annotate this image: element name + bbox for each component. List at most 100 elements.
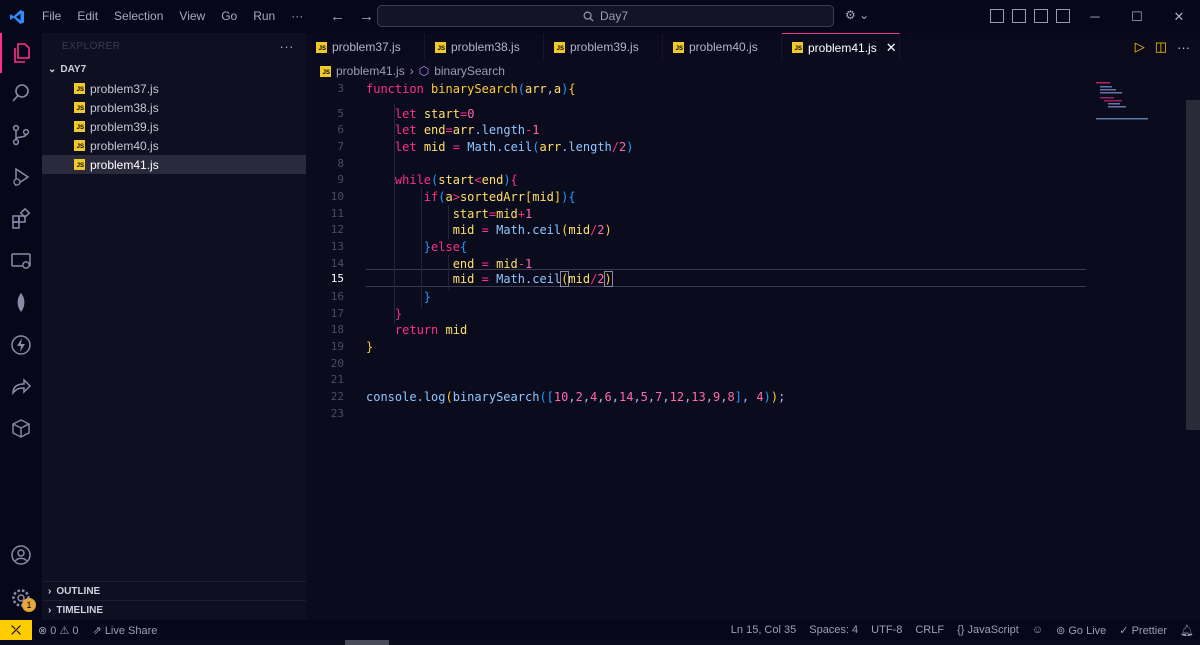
file-item-problem37[interactable]: JS problem37.js [42, 79, 306, 98]
back-arrow-icon[interactable]: ← [330, 8, 345, 25]
code-text: } [394, 306, 403, 321]
file-item-problem40[interactable]: JS problem40.js [42, 136, 306, 155]
account-icon[interactable] [0, 535, 42, 575]
file-item-problem41[interactable]: JS problem41.js [42, 155, 306, 174]
copilot-status-icon[interactable]: ☺ [1032, 624, 1043, 636]
layout-controls [990, 9, 1070, 23]
menu-selection[interactable]: Selection [106, 0, 171, 33]
code-line: 12 mid = Math.ceil(mid/2) [306, 221, 1186, 238]
timeline-section[interactable]: › TIMELINE [42, 600, 306, 619]
navigation-arrows: ← → [330, 0, 374, 33]
remote-indicator-icon[interactable]: ⤫ [0, 620, 32, 640]
minimap[interactable] [1094, 80, 1174, 125]
menu-run[interactable]: Run [245, 0, 283, 33]
line-number: 6 [337, 123, 344, 136]
copilot-icon[interactable]: ⚙ ⌄ [845, 8, 869, 22]
line-number: 13 [330, 240, 344, 253]
tab-problem37[interactable]: JS problem37.js [306, 33, 425, 61]
run-code-icon[interactable]: ▷ [1135, 39, 1145, 55]
menu-file[interactable]: File [34, 0, 69, 33]
customize-layout-icon[interactable] [990, 9, 1004, 23]
live-share-icon: ⇗ [92, 624, 102, 637]
command-center-search[interactable]: Day7 [377, 5, 834, 27]
code-line: 5 let start=0 [306, 105, 1186, 122]
line-number: 15 [330, 272, 344, 285]
tab-problem41[interactable]: JS problem41.js ✕ [782, 33, 900, 61]
code-line: 20 [306, 355, 1186, 372]
live-share-label: Live Share [104, 624, 158, 637]
extensions-icon[interactable] [0, 199, 42, 239]
toggle-panel-icon[interactable] [1034, 9, 1048, 23]
code-text: let start=0 [394, 106, 475, 121]
search-sidebar-icon[interactable] [0, 73, 42, 113]
code-line: 9 while(start<end){ [306, 171, 1186, 188]
code-text: let end=arr.length-1 [394, 122, 540, 137]
explorer-icon[interactable] [0, 33, 42, 73]
tab-problem40[interactable]: JS problem40.js [663, 33, 782, 61]
live-share-status[interactable]: ⇗ Live Share [93, 624, 158, 637]
language-mode[interactable]: {} JavaScript [957, 624, 1019, 636]
minimize-icon[interactable]: ─ [1074, 0, 1116, 33]
line-number: 3 [337, 82, 344, 95]
tab-problem39[interactable]: JS problem39.js [544, 33, 663, 61]
line-number: 19 [330, 340, 344, 353]
search-icon [583, 11, 594, 22]
toggle-secondary-sidebar-icon[interactable] [1056, 9, 1070, 23]
go-live-button[interactable]: ⊚ Go Live [1056, 624, 1106, 637]
javascript-file-icon: JS [792, 42, 803, 53]
close-window-icon[interactable]: ✕ [1158, 0, 1200, 33]
line-number: 20 [330, 357, 344, 370]
warning-icon: ⚠ [59, 624, 70, 637]
window-controls: ─ ☐ ✕ [1074, 0, 1200, 33]
toggle-sidebar-icon[interactable] [1012, 9, 1026, 23]
line-number: 12 [330, 223, 344, 236]
tab-problem38[interactable]: JS problem38.js [425, 33, 544, 61]
horizontal-scrollbar[interactable] [345, 640, 389, 645]
encoding[interactable]: UTF-8 [871, 624, 902, 636]
breadcrumb-symbol[interactable]: binarySearch [434, 64, 505, 78]
indentation[interactable]: Spaces: 4 [809, 624, 858, 636]
prettier-status[interactable]: ✓ Prettier [1119, 624, 1167, 637]
folder-day7[interactable]: ⌄ DAY7 [42, 59, 306, 79]
code-line: 18 return mid [306, 321, 1186, 338]
more-actions-icon[interactable]: ··· [1177, 40, 1190, 55]
cursor-position[interactable]: Ln 15, Col 35 [731, 624, 796, 636]
code-line: 11 start=mid+1 [306, 205, 1186, 222]
menu-go[interactable]: Go [213, 0, 245, 33]
bell-icon[interactable]: 🔔︎ [1180, 624, 1194, 637]
breadcrumb-file[interactable]: problem41.js [336, 64, 405, 78]
menu-edit[interactable]: Edit [69, 0, 106, 33]
maximize-icon[interactable]: ☐ [1116, 0, 1158, 33]
outline-section[interactable]: › OUTLINE [42, 581, 306, 600]
source-control-icon[interactable] [0, 115, 42, 155]
forward-arrow-icon[interactable]: → [359, 8, 374, 25]
code-line: 23 [306, 405, 1186, 422]
line-number: 21 [330, 373, 344, 386]
code-text: } [423, 289, 432, 304]
code-line: 6 let end=arr.length-1 [306, 121, 1186, 138]
end-of-line[interactable]: CRLF [915, 624, 944, 636]
remote-explorer-icon[interactable] [0, 241, 42, 281]
close-tab-icon[interactable]: ✕ [886, 40, 897, 56]
mongodb-leaf-icon[interactable] [0, 283, 42, 323]
vertical-scrollbar[interactable] [1186, 100, 1200, 430]
explorer-more-actions[interactable]: ··· [280, 39, 295, 54]
file-item-problem39[interactable]: JS problem39.js [42, 117, 306, 136]
chevron-right-icon: › [409, 64, 414, 78]
thunder-client-icon[interactable] [0, 325, 42, 365]
file-item-problem38[interactable]: JS problem38.js [42, 98, 306, 117]
menu-view[interactable]: View [171, 0, 213, 33]
run-debug-icon[interactable] [0, 157, 42, 197]
chevron-right-icon: › [48, 604, 52, 616]
file-label: problem37.js [90, 81, 159, 96]
code-editor[interactable]: 3 function binarySearch(arr,a){ 5 let st… [306, 80, 1186, 620]
split-editor-icon[interactable]: ◫ [1155, 39, 1167, 55]
line-number: 10 [330, 190, 344, 203]
problems-indicator[interactable]: ⊗ 0 ⚠ 0 [38, 624, 79, 637]
packages-icon[interactable] [0, 409, 42, 449]
live-share-icon[interactable] [0, 367, 42, 407]
status-bar: ⤫ ⊗ 0 ⚠ 0 ⇗ Live Share Ln 15, Col 35 Spa… [0, 620, 1200, 640]
menu-more[interactable]: ··· [283, 0, 311, 33]
settings-gear-icon[interactable] [0, 578, 42, 618]
line-number: 9 [337, 173, 344, 186]
